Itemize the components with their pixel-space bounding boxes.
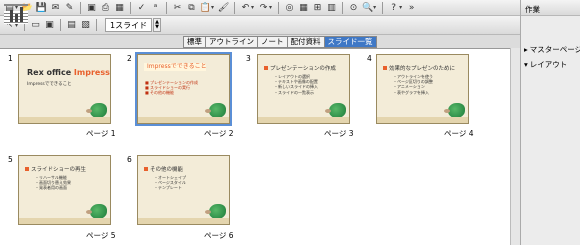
slide-caption: ページ 5 (86, 231, 116, 240)
show-hide-slide-icon[interactable]: ▧ (79, 19, 92, 32)
toolbar-separator (80, 1, 82, 14)
toolbar-separator (278, 1, 280, 14)
toolbar-separator (342, 1, 344, 14)
slide-title: 効果的なプレゼンのために (383, 64, 455, 72)
slide-footer-band (138, 117, 229, 123)
frog-illustration (205, 204, 226, 219)
toolbar-overflow-icon[interactable]: » (405, 1, 418, 14)
redo-dropdown-icon[interactable]: ▾ (269, 4, 272, 11)
frog-illustration (205, 103, 226, 118)
paste-dropdown-icon[interactable]: ▾ (211, 4, 214, 11)
slide-number: 5 (8, 155, 13, 164)
chart-icon[interactable]: ▥ (325, 1, 338, 14)
standard-toolbar: ▤ ▾ 📂 💾 ✉ ✎ ▣ ⎙ ▦ ✓ ᵃ ✂ ⧉ 📋 ▾ 🖌 ↶ ▾ ↷ ▾ … (0, 0, 520, 16)
slide-number: 2 (127, 54, 132, 63)
email-icon[interactable]: ✉ (49, 1, 62, 14)
slide-bullets: ■ プレゼンテーションの作成 ■ スライドショーの実行 ■ その他の機能 (145, 80, 198, 96)
slide-transition-icon[interactable]: ▣ (43, 19, 56, 32)
slide-title: スライドショーの再生 (25, 165, 86, 173)
slide-title: Rex office Impress (27, 68, 110, 77)
slide-number: 1 (8, 54, 13, 63)
frog-illustration (444, 103, 465, 118)
frog-illustration (325, 103, 346, 118)
layouts-section[interactable]: ▾ レイアウト (521, 57, 580, 72)
master-pages-section[interactable]: ▸ マスターページ (521, 42, 580, 57)
tab-notes[interactable]: ノート (258, 37, 288, 47)
slide-thumbnail-4[interactable]: 効果的なプレゼンのために ・アウトラインを使う ・ページ区切りの調整 ・アニメー… (376, 54, 469, 124)
slide-thumbnail-3[interactable]: プレゼンテーションの作成 ・レイアウトの選択 ・テキストや画像の配置 ・新しいス… (257, 54, 350, 124)
slide-number: 6 (127, 155, 132, 164)
save-icon[interactable]: 💾 (35, 1, 48, 14)
view-tabs: 標準 アウトライン ノート 配付資料 スライド一覧 (183, 36, 377, 48)
slide-footer-band (377, 117, 468, 123)
slide-thumbnail-1[interactable]: Rex office Impress Impressでできること (18, 54, 111, 124)
task-pane: 作業 ▸ マスターページ ▾ レイアウト (520, 0, 580, 245)
collapse-arrow-icon: ▸ (524, 45, 528, 54)
slide-footer-band (19, 218, 110, 224)
title-square-icon (144, 167, 148, 171)
task-pane-title: 作業 (521, 0, 580, 16)
slide-bullets: ・リハーサル機能 ・画面切り替え効果 ・発表者用の画面 (35, 175, 71, 191)
slide-bullets: ・オートシェイプ ・ページスタイル ・テンプレート (154, 175, 186, 191)
tab-normal[interactable]: 標準 (184, 37, 206, 47)
display-grid-icon[interactable]: ⊞ (311, 1, 324, 14)
slide-thumbnail-2[interactable]: Impressでできること ■ プレゼンテーションの作成 ■ スライドショーの実… (135, 52, 232, 126)
slide-thumbnail-6[interactable]: その他の機能 ・オートシェイプ ・ページスタイル ・テンプレート (137, 155, 230, 225)
tab-handout[interactable]: 配付資料 (288, 37, 325, 47)
slides-per-row-input[interactable]: 1スライド (105, 18, 153, 32)
zoom-dropdown-icon[interactable]: ▾ (373, 4, 376, 11)
slide-bullets: ・アウトラインを使う ・ページ区切りの調整 ・アニメーション ・表やグラフを挿入 (393, 74, 433, 95)
slide-title: Impressでできること (144, 63, 207, 71)
slide-title: プレゼンテーションの作成 (264, 64, 336, 72)
slide-title: その他の機能 (144, 165, 183, 173)
slide-caption: ページ 4 (444, 129, 474, 138)
tab-slide-sorter[interactable]: スライド一覧 (324, 37, 376, 47)
spellcheck-icon[interactable]: ✓ (135, 1, 148, 14)
cut-icon[interactable]: ✂ (171, 1, 184, 14)
slides-per-row-stepper[interactable]: ▲ ▼ (153, 18, 162, 32)
slide-subtitle: Impressでできること (27, 82, 72, 87)
slide-footer-band (138, 218, 229, 224)
table-icon[interactable]: ▦ (297, 1, 310, 14)
tab-outline[interactable]: アウトライン (206, 37, 258, 47)
slide-caption: ページ 3 (324, 129, 354, 138)
toolbar-separator (382, 1, 384, 14)
help-dropdown-icon[interactable]: ▾ (399, 4, 402, 11)
print-icon[interactable]: ⎙ (99, 1, 112, 14)
slide-footer-band (19, 117, 110, 123)
title-square-icon (383, 66, 387, 70)
slide-caption: ページ 1 (86, 129, 116, 138)
hyperlink-icon[interactable]: ◎ (283, 1, 296, 14)
print-preview-icon[interactable]: ▦ (113, 1, 126, 14)
toolbar-separator (130, 1, 132, 14)
slide-footer-band (258, 117, 349, 123)
frog-illustration (86, 204, 107, 219)
format-paintbrush-icon[interactable]: 🖌 (217, 1, 230, 14)
toolbar-separator (60, 19, 62, 31)
slide-icon[interactable]: ▤ (65, 19, 78, 32)
slide-number: 4 (367, 54, 372, 63)
toolbar-separator (96, 19, 98, 31)
slide-number: 3 (246, 54, 251, 63)
toolbar-separator (234, 1, 236, 14)
frog-illustration (86, 103, 107, 118)
slide-sorter-toolbar: ↖ ▾ ▭ ▣ ▤ ▧ 1スライド ▲ ▼ (0, 16, 520, 35)
undo-dropdown-icon[interactable]: ▾ (251, 4, 254, 11)
title-square-icon (264, 66, 268, 70)
edit-file-icon[interactable]: ✎ (63, 1, 76, 14)
toolbar-separator (166, 1, 168, 14)
expand-arrow-icon: ▾ (524, 60, 528, 69)
copy-icon[interactable]: ⧉ (185, 1, 198, 14)
slide-caption: ページ 2 (204, 129, 234, 138)
navigator-icon[interactable]: ⊙ (347, 1, 360, 14)
slide-bullets: ・レイアウトの選択 ・テキストや画像の配置 ・新しいスライドの挿入 ・スライドの… (274, 74, 318, 95)
autospell-icon[interactable]: ᵃ (149, 1, 162, 14)
slide-thumbnail-5[interactable]: スライドショーの再生 ・リハーサル機能 ・画面切り替え効果 ・発表者用の画面 (18, 155, 111, 225)
slide-caption: ページ 6 (204, 231, 234, 240)
title-square-icon (25, 167, 29, 171)
export-pdf-icon[interactable]: ▣ (85, 1, 98, 14)
slideshow-icon[interactable]: ▭ (29, 19, 42, 32)
vertical-scrollbar[interactable] (510, 48, 520, 245)
